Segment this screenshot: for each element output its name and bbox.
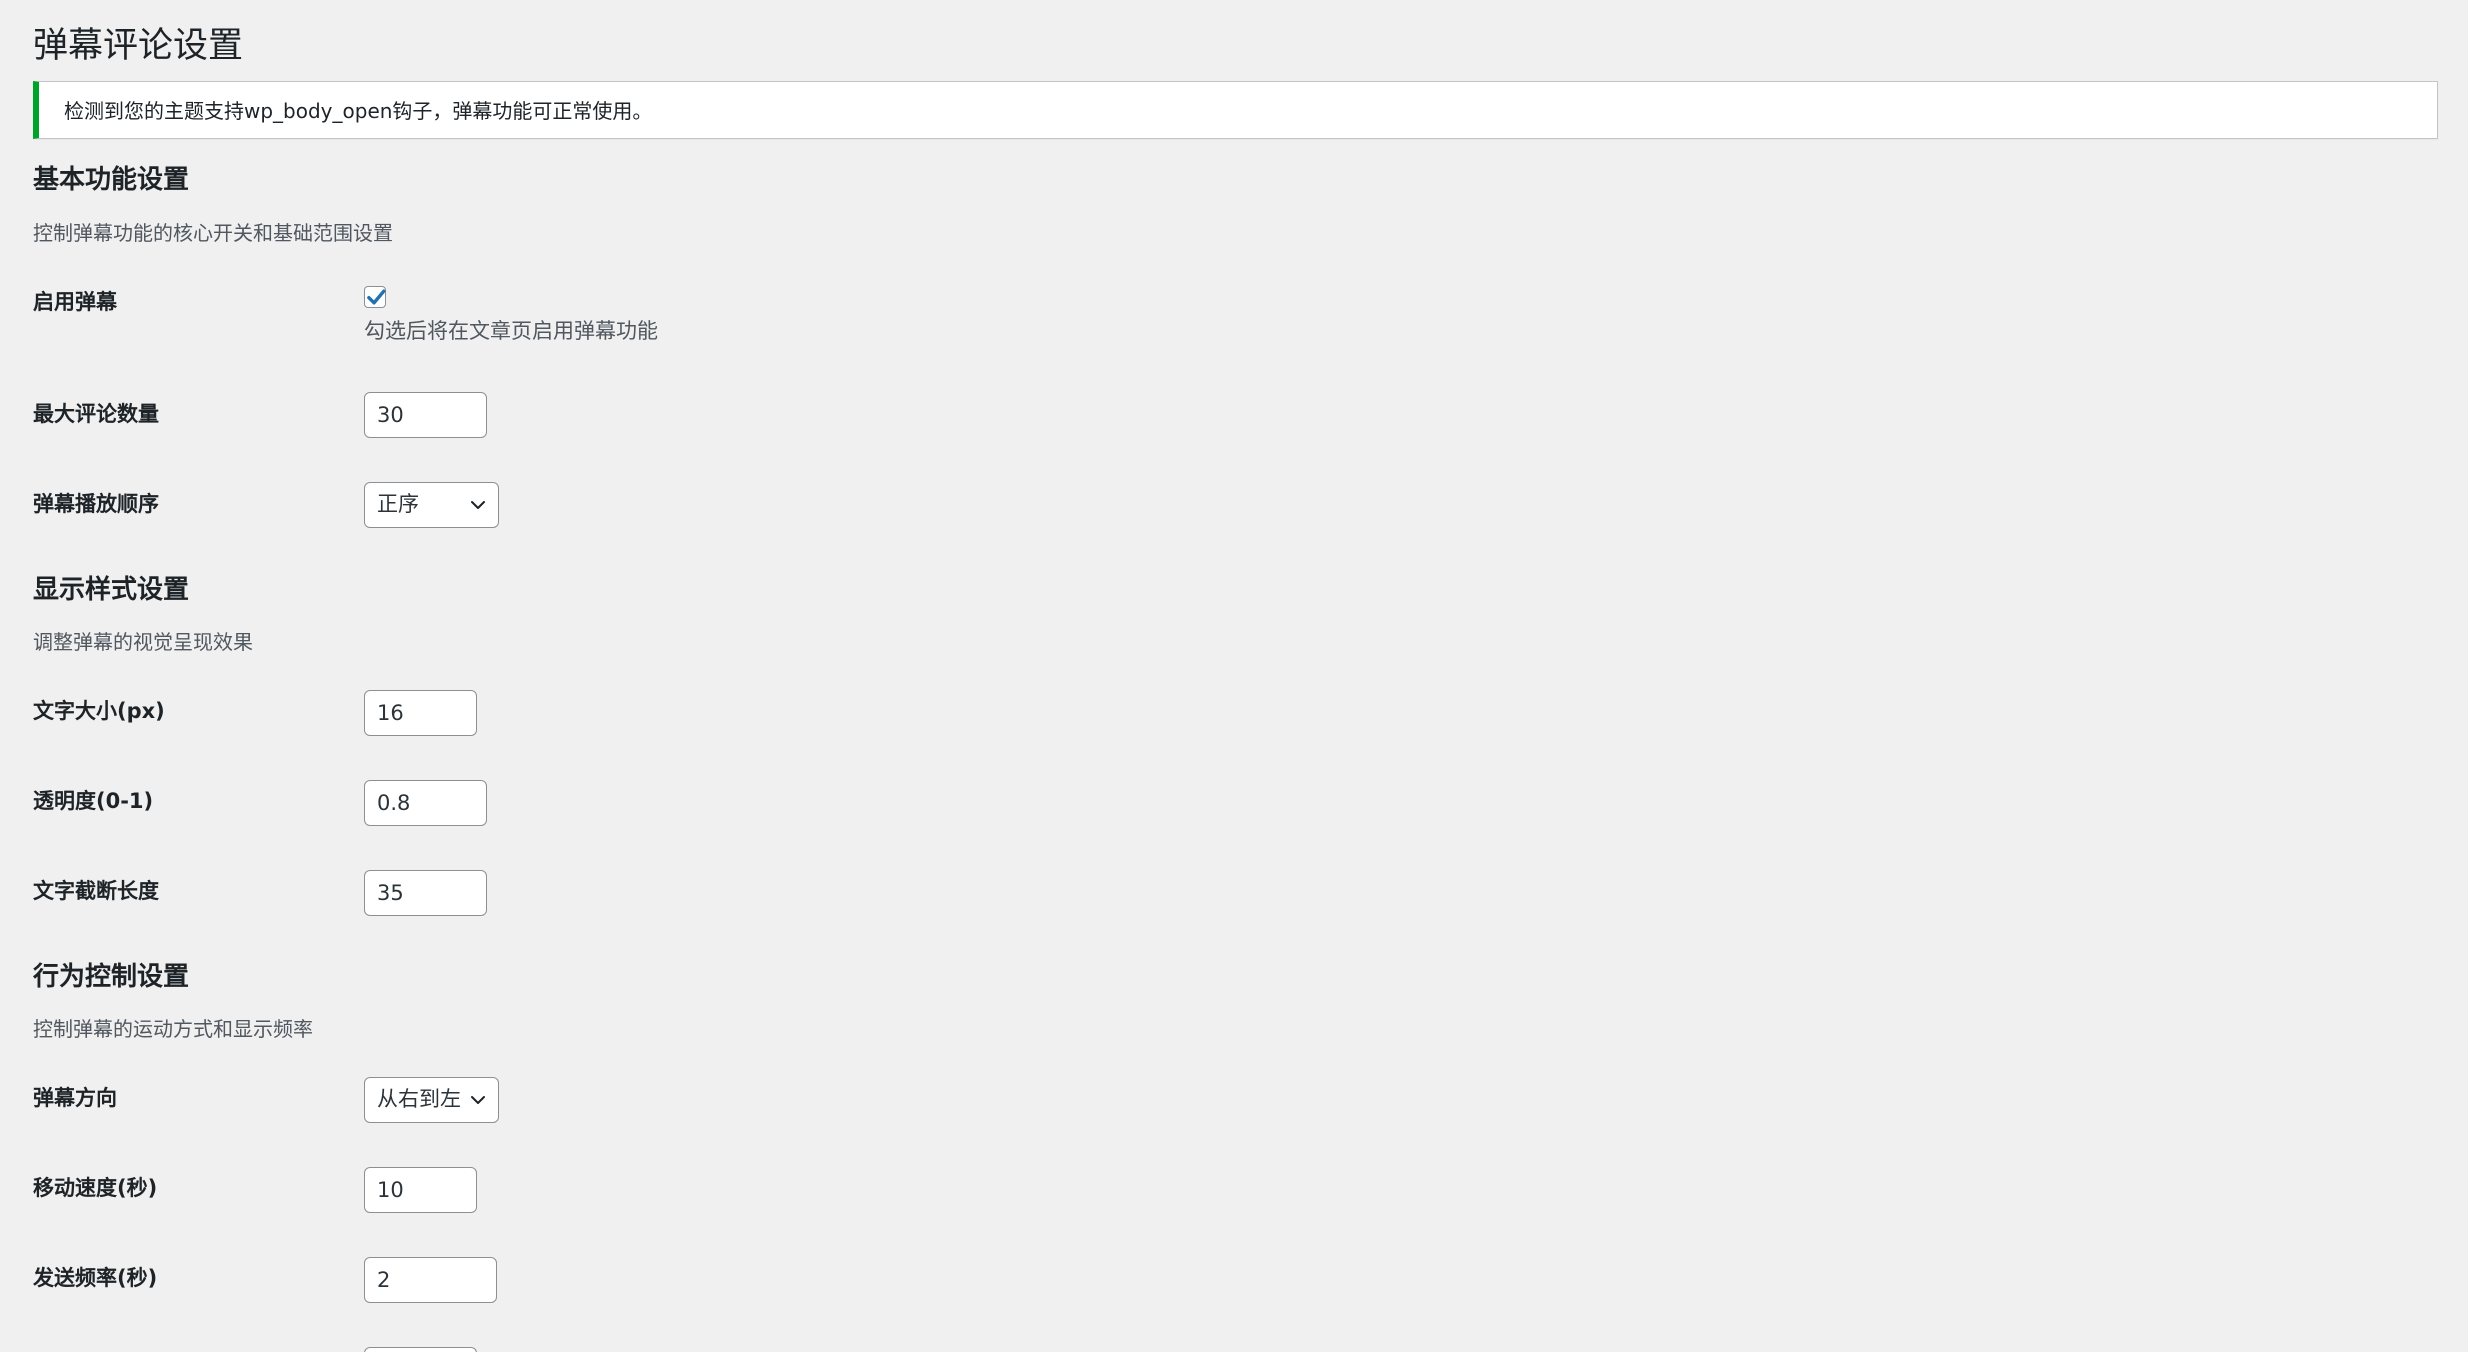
section-title-basic: 基本功能设置 <box>33 165 190 195</box>
label-speed: 移动速度(秒) <box>33 1176 158 1200</box>
checkmark-icon <box>367 289 386 305</box>
label-direction: 弹幕方向 <box>33 1086 117 1110</box>
chevron-down-icon <box>471 501 485 509</box>
success-notice: 检测到您的主题支持wp_body_open钩子，弹幕功能可正常使用。 <box>33 81 2438 139</box>
label-play-order: 弹幕播放顺序 <box>33 492 159 516</box>
frequency-input[interactable] <box>364 1257 497 1303</box>
label-font-size: 文字大小(px) <box>33 699 165 723</box>
label-opacity: 透明度(0-1) <box>33 789 154 813</box>
section-desc-style: 调整弹幕的视觉呈现效果 <box>33 630 253 654</box>
label-enable-danmaku: 启用弹幕 <box>33 290 117 314</box>
direction-select[interactable]: 从右到左 <box>364 1077 499 1123</box>
settings-page: 弹幕评论设置 检测到您的主题支持wp_body_open钩子，弹幕功能可正常使用… <box>0 0 2468 1352</box>
max-comments-input[interactable] <box>364 392 487 438</box>
font-size-input[interactable] <box>364 690 477 736</box>
section-title-style: 显示样式设置 <box>33 575 190 605</box>
play-order-select[interactable]: 正序 <box>364 482 499 528</box>
page-title: 弹幕评论设置 <box>33 26 244 66</box>
label-frequency: 发送频率(秒) <box>33 1266 158 1290</box>
notice-text: 检测到您的主题支持wp_body_open钩子，弹幕功能可正常使用。 <box>64 99 653 123</box>
section-desc-behavior: 控制弹幕的运动方式和显示频率 <box>33 1017 313 1041</box>
chevron-down-icon <box>471 1096 485 1104</box>
label-truncate-length: 文字截断长度 <box>33 879 159 903</box>
label-max-comments: 最大评论数量 <box>33 402 159 426</box>
enable-danmaku-checkbox[interactable] <box>364 286 386 308</box>
section-title-behavior: 行为控制设置 <box>33 962 190 992</box>
next-field-partial[interactable] <box>364 1347 477 1352</box>
play-order-selected: 正序 <box>377 492 419 516</box>
opacity-input[interactable] <box>364 780 487 826</box>
truncate-length-input[interactable] <box>364 870 487 916</box>
enable-danmaku-hint: 勾选后将在文章页启用弹幕功能 <box>364 319 658 343</box>
speed-input[interactable] <box>364 1167 477 1213</box>
direction-selected: 从右到左 <box>377 1087 461 1111</box>
section-desc-basic: 控制弹幕功能的核心开关和基础范围设置 <box>33 221 393 245</box>
